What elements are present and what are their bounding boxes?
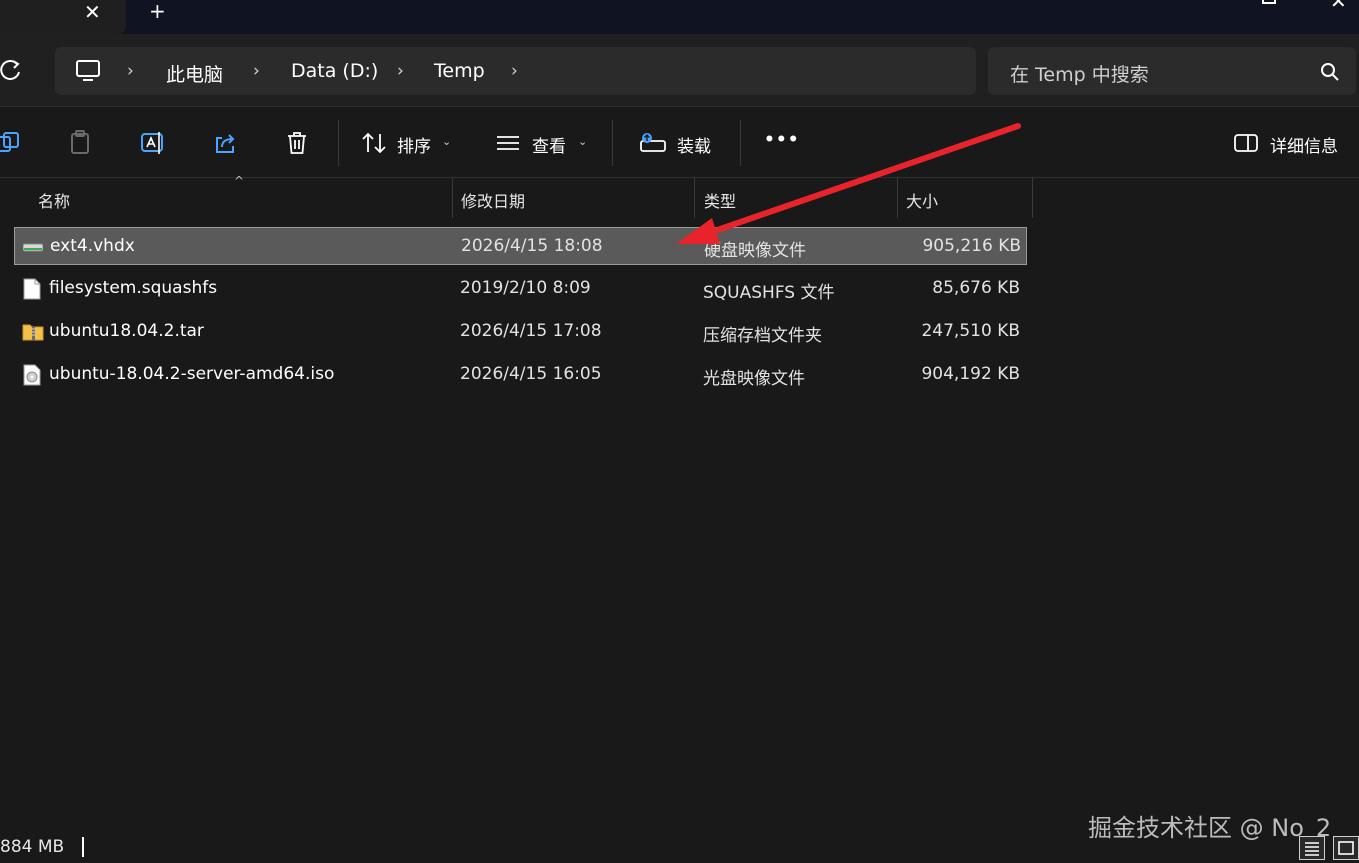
- toolbar-divider: [338, 120, 339, 166]
- paste-icon[interactable]: [68, 130, 94, 156]
- zip-folder-icon: [22, 324, 44, 341]
- search-icon[interactable]: [1320, 62, 1340, 82]
- file-type: 压缩存档文件夹: [703, 326, 822, 346]
- close-window-icon[interactable]: ✕: [1330, 0, 1347, 11]
- file-date: 2026/4/15 16:05: [460, 364, 602, 384]
- file-name[interactable]: ubuntu-18.04.2-server-amd64.iso: [49, 364, 334, 384]
- file-size: 85,676 KB: [932, 278, 1020, 298]
- refresh-icon[interactable]: [0, 58, 22, 82]
- delete-icon[interactable]: [284, 130, 310, 156]
- file-type: 光盘映像文件: [703, 369, 805, 389]
- breadcrumb-separator[interactable]: ›: [397, 61, 404, 81]
- file-row[interactable]: ext4.vhdx 2026/4/15 18:08 硬盘映像文件 905,216…: [14, 227, 1027, 265]
- computer-icon[interactable]: [75, 59, 101, 83]
- sort-button[interactable]: 排序: [397, 132, 431, 157]
- file-name[interactable]: ext4.vhdx: [50, 236, 135, 256]
- file-name[interactable]: ubuntu18.04.2.tar: [49, 321, 204, 341]
- column-divider[interactable]: [1032, 178, 1033, 218]
- breadcrumb-this-pc[interactable]: 此电脑: [166, 60, 223, 87]
- close-tab-icon[interactable]: ✕: [84, 2, 101, 22]
- column-size[interactable]: 大小: [906, 188, 938, 212]
- watermark: 掘金技术社区 @ No_2: [1088, 814, 1332, 842]
- breadcrumb-separator[interactable]: ›: [127, 61, 134, 81]
- details-pane-icon[interactable]: [1233, 130, 1259, 156]
- breadcrumb-temp[interactable]: Temp: [434, 60, 485, 82]
- column-header: 名称 ^ 修改日期 类型 大小: [0, 174, 1359, 218]
- view-button[interactable]: 查看: [532, 132, 566, 157]
- more-options-button[interactable]: •••: [764, 130, 800, 150]
- file-row[interactable]: ubuntu18.04.2.tar 2026/4/15 17:08 压缩存档文件…: [14, 313, 1027, 351]
- column-divider[interactable]: [694, 178, 695, 218]
- title-bar: ✕ + ✕: [0, 0, 1359, 34]
- file-type: 硬盘映像文件: [704, 241, 806, 261]
- file-date: 2026/4/15 17:08: [460, 321, 602, 341]
- column-divider[interactable]: [452, 178, 453, 218]
- disc-image-icon: [23, 364, 41, 386]
- file-size: 905,216 KB: [922, 236, 1021, 256]
- details-button[interactable]: 详细信息: [1270, 132, 1338, 157]
- file-date: 2026/4/15 18:08: [461, 236, 603, 256]
- search-input[interactable]: 在 Temp 中搜索: [988, 47, 1356, 95]
- file-size: 904,192 KB: [921, 364, 1020, 384]
- drive-icon: [23, 243, 43, 252]
- column-name[interactable]: 名称: [38, 188, 70, 212]
- copy-icon[interactable]: [0, 130, 26, 156]
- toolbar-divider: [740, 120, 741, 166]
- details-view-button[interactable]: [1299, 836, 1325, 860]
- breadcrumb-separator[interactable]: ›: [511, 61, 518, 81]
- file-size: 247,510 KB: [921, 321, 1020, 341]
- file-name[interactable]: filesystem.squashfs: [49, 278, 217, 298]
- large-icons-view-icon: [1338, 841, 1354, 855]
- column-type[interactable]: 类型: [704, 188, 736, 212]
- share-icon[interactable]: [212, 130, 238, 156]
- file-row[interactable]: filesystem.squashfs 2019/2/10 8:09 SQUAS…: [14, 270, 1027, 308]
- details-view-icon: [1305, 842, 1319, 856]
- toolbar-divider: [612, 120, 613, 166]
- mount-button[interactable]: 装载: [677, 132, 711, 157]
- file-row[interactable]: ubuntu-18.04.2-server-amd64.iso 2026/4/1…: [14, 356, 1027, 394]
- sort-icon[interactable]: [361, 130, 387, 156]
- chevron-down-icon[interactable]: ⌄: [442, 135, 451, 148]
- large-icons-view-button[interactable]: [1333, 836, 1359, 860]
- new-tab-icon[interactable]: +: [149, 1, 166, 21]
- status-text: 884 MB: [0, 837, 65, 857]
- breadcrumb-data-drive[interactable]: Data (D:): [291, 60, 378, 82]
- breadcrumb[interactable]: › 此电脑 › Data (D:) › Temp ›: [55, 47, 976, 95]
- maximize-icon[interactable]: [1262, 0, 1276, 4]
- chevron-down-icon[interactable]: ⌄: [578, 135, 587, 148]
- rename-icon[interactable]: [140, 130, 166, 156]
- search-placeholder: 在 Temp 中搜索: [1010, 64, 1149, 86]
- address-row: › 此电脑 › Data (D:) › Temp › 在 Temp 中搜索: [0, 34, 1359, 107]
- file-date: 2019/2/10 8:09: [460, 278, 591, 298]
- status-divider: [82, 837, 84, 857]
- file-type: SQUASHFS 文件: [703, 283, 835, 303]
- view-icon[interactable]: [495, 130, 521, 156]
- command-bar: 排序 ⌄ 查看 ⌄ 装载 ••• 详细信息: [0, 108, 1359, 178]
- sort-ascending-icon: ^: [234, 174, 245, 188]
- mount-icon[interactable]: [640, 130, 666, 156]
- column-date[interactable]: 修改日期: [461, 188, 525, 212]
- breadcrumb-separator[interactable]: ›: [253, 61, 260, 81]
- document-icon: [23, 278, 41, 300]
- column-divider[interactable]: [897, 178, 898, 218]
- active-tab[interactable]: ✕: [0, 0, 126, 34]
